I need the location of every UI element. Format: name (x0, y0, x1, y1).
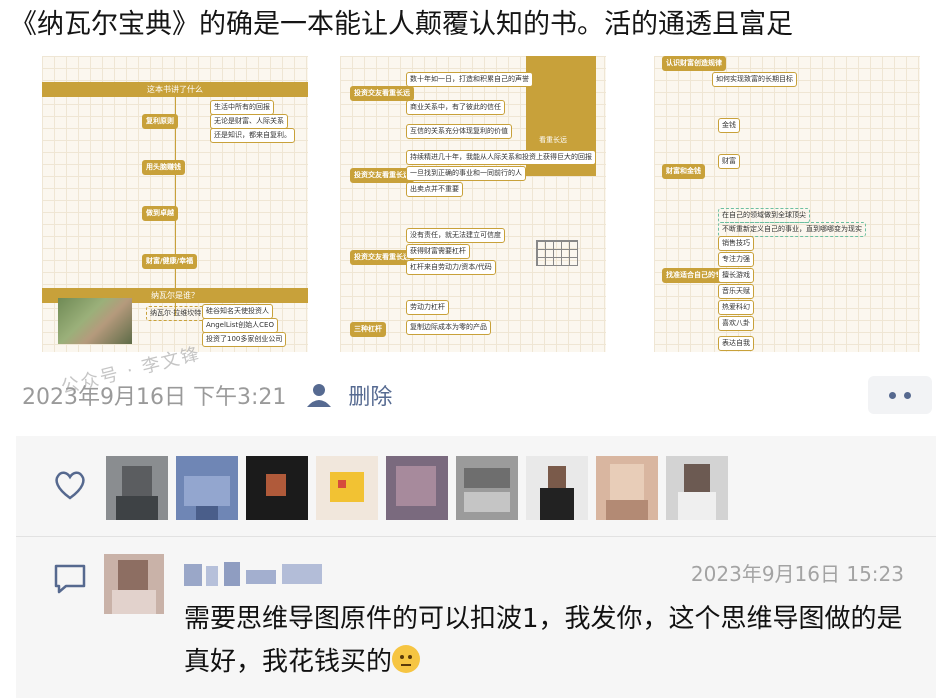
mindmap-node: 擅长游戏 (718, 268, 754, 283)
mindmap-node: 互信的关系充分体现复利的价值 (406, 124, 512, 139)
dot-icon (904, 391, 911, 399)
mindmap-node: 数十年如一日，打造和积累自己的声誉 (406, 72, 533, 87)
mindmap-node: 财富/健康/幸福 (142, 254, 198, 269)
mindmap-heading: 这本书讲了什么 (42, 82, 308, 97)
mindmap-node: 持续精进几十年，我能从人际关系和投资上获得巨大的回报 (406, 150, 596, 165)
mindmap-node: 用头脑赚钱 (142, 160, 185, 175)
mindmap-node: 专注力强 (718, 252, 754, 267)
mindmap-node: 杠杆来自劳动力/资本/代码 (406, 260, 496, 275)
mindmap-node: 硅谷知名天使投资人 (202, 304, 273, 319)
thinking-face-icon (392, 645, 421, 673)
mindmap-node: 投资交友看重长远 (350, 86, 414, 101)
comment-icon (52, 562, 88, 596)
mindmap-node: 复制边际成本为零的产品 (406, 320, 491, 335)
avatar[interactable] (246, 456, 308, 520)
mindmap-node: 喜欢八卦 (718, 316, 754, 331)
mindmap-node: 劳动力杠杆 (406, 300, 449, 315)
mindmap-image-1[interactable]: 这本书讲了什么 复利原则 生活中所有的回报 无论是财富、人际关系 还是知识，都来… (42, 56, 308, 352)
avatar[interactable] (316, 456, 378, 520)
post-text: 《纳瓦尔宝典》的确是一本能让人颠覆认知的书。活的通透且富足 (10, 9, 793, 40)
mindmap-node: 一旦找到正确的事业和一同前行的人 (406, 166, 526, 181)
divider (16, 536, 936, 537)
avatar[interactable] (596, 456, 658, 520)
mindmap-node: 音乐天赋 (718, 284, 754, 299)
comment-item: 2023年9月16日 15:23 需要思维导图原件的可以扣波1，我发你，这个思维… (16, 548, 936, 698)
person-icon (304, 381, 334, 409)
mindmap-image-2[interactable]: 投资交友看重长远 数十年如一日，打造和积累自己的声誉 商业关系中，有了彼此的信任… (340, 56, 606, 352)
mindmap-node: 表达自我 (718, 336, 754, 351)
avatar[interactable] (666, 456, 728, 520)
grid-icon (536, 240, 578, 266)
mindmap-node: 获得财富需要杠杆 (406, 244, 470, 259)
mindmap-node: 财富 (718, 154, 740, 169)
mindmap-node: 金钱 (718, 118, 740, 133)
dot-icon (889, 391, 896, 399)
mindmap-node: 财富和金钱 (662, 164, 705, 179)
mindmap-node: 做到卓越 (142, 206, 178, 221)
comment-time: 2023年9月16日 15:23 (690, 562, 904, 586)
mindmap-node: 三种杠杆 (350, 322, 386, 337)
avatar[interactable] (176, 456, 238, 520)
comment-text: 需要思维导图原件的可以扣波1，我发你，这个思维导图做的是真好，我花钱买的 (184, 604, 903, 677)
mindmap-node: 认识财富创造规律 (662, 56, 726, 71)
commenter-avatar[interactable] (104, 554, 164, 614)
mindmap-node: 热爱科幻 (718, 300, 754, 315)
mindmap-node: 不断重新定义自己的事业，直到哪哪变为现实 (718, 222, 866, 237)
social-section: 2023年9月16日 15:23 需要思维导图原件的可以扣波1，我发你，这个思维… (16, 436, 936, 698)
mindmap-node: 销售技巧 (718, 236, 754, 251)
mindmap-node: 生活中所有的回报 (210, 100, 274, 115)
post-meta: 2023年9月16日 下午3:21 删除 (22, 378, 392, 412)
mindmap-node: 还是知识，都来自复利。 (210, 128, 295, 143)
portrait-photo (58, 298, 132, 344)
image-strip: 这本书讲了什么 复利原则 生活中所有的回报 无论是财富、人际关系 还是知识，都来… (0, 56, 952, 398)
mindmap-node: 投资交友看重长远 (350, 168, 414, 183)
mindmap-node: 看重长远 (539, 136, 567, 144)
mindmap-node: 如何实现致富的长期目标 (712, 72, 797, 87)
mindmap-node: 在自己的领域做到全球顶尖 (718, 208, 810, 223)
post-time: 2023年9月16日 下午3:21 (22, 385, 287, 410)
commenter-name[interactable] (184, 556, 334, 590)
mindmap-node: 复利原则 (142, 114, 178, 129)
delete-button[interactable]: 删除 (348, 379, 392, 411)
mindmap-node: AngelList创始人CEO (202, 318, 278, 333)
mindmap-node: 出卖点并不重要 (406, 182, 463, 197)
avatar[interactable] (106, 456, 168, 520)
more-actions-button[interactable] (868, 376, 932, 414)
mindmap-node: 无论是财富、人际关系 (210, 114, 288, 129)
mindmap-node: 投资了100多家创业公司 (202, 332, 287, 347)
comment-text-wrap: 需要思维导图原件的可以扣波1，我发你，这个思维导图做的是真好，我花钱买的 (184, 598, 904, 684)
mindmap-image-3[interactable]: 认识财富创造规律 如何实现致富的长期目标 财富和金钱 金钱 财富 在自己的领域做… (654, 56, 920, 352)
mindmap-node: 投资交友看重长远 (350, 250, 414, 265)
avatar[interactable] (456, 456, 518, 520)
avatar[interactable] (386, 456, 448, 520)
mindmap-node: 没有责任，就无法建立可信度 (406, 228, 505, 243)
mindmap-node: 商业关系中，有了彼此的信任 (406, 100, 505, 115)
heart-icon (52, 468, 88, 502)
avatar[interactable] (526, 456, 588, 520)
mindmap-node: 纳瓦尔·拉维坎特 (146, 306, 206, 321)
